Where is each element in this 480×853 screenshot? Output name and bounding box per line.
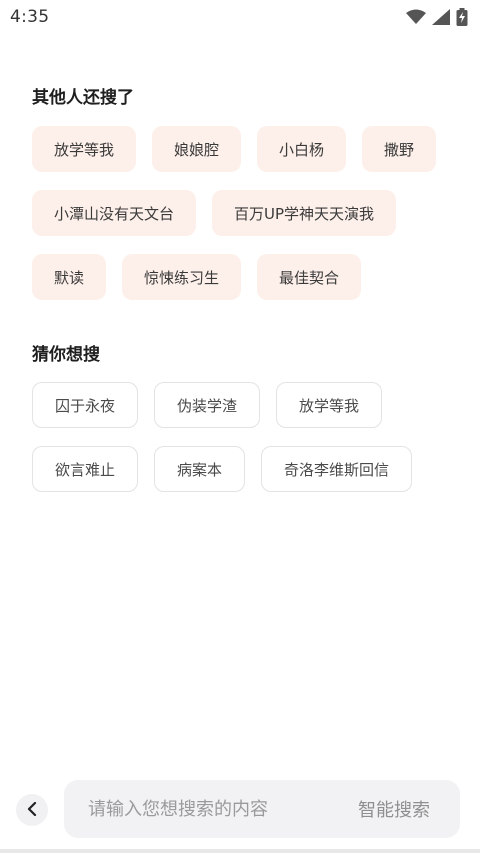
guess-search-title: 猜你想搜: [32, 345, 100, 365]
guess-search-chip[interactable]: 囚于永夜: [32, 382, 139, 428]
battery-charging-icon: [456, 8, 468, 26]
guess-search-section: 猜你想搜 囚于永夜 伪装学渣 放学等我 欲言难止 病案本 奇洛李维斯回信: [32, 343, 462, 510]
signal-icon: [432, 9, 450, 25]
hot-search-title: 其他人还搜了: [32, 88, 134, 108]
smart-search-button[interactable]: 智能搜索: [358, 796, 430, 822]
guess-search-chip[interactable]: 欲言难止: [32, 446, 139, 492]
chip-row: 放学等我 娘娘腔 小白杨 撒野: [32, 126, 462, 172]
hot-search-chip[interactable]: 放学等我: [32, 126, 137, 172]
search-box: 智能搜索: [64, 780, 460, 838]
hot-search-chip[interactable]: 娘娘腔: [152, 126, 242, 172]
hot-search-section: 其他人还搜了 放学等我 娘娘腔 小白杨 撒野 小潭山没有天文台 百万UP学神天天…: [32, 86, 462, 318]
chevron-left-icon: [26, 801, 38, 820]
bottom-search-bar: 智能搜索: [0, 780, 480, 838]
search-input[interactable]: [88, 798, 308, 820]
chip-row: 小潭山没有天文台 百万UP学神天天演我: [32, 190, 462, 236]
chip-row: 欲言难止 病案本 奇洛李维斯回信: [32, 446, 462, 492]
hot-search-chip[interactable]: 小潭山没有天文台: [32, 190, 197, 236]
guess-search-chip[interactable]: 奇洛李维斯回信: [261, 446, 413, 492]
guess-search-chip[interactable]: 伪装学渣: [154, 382, 261, 428]
hot-search-chip[interactable]: 小白杨: [257, 126, 347, 172]
hot-search-chip[interactable]: 撒野: [362, 126, 437, 172]
hot-search-chip[interactable]: 百万UP学神天天演我: [212, 190, 397, 236]
guess-search-chip[interactable]: 病案本: [154, 446, 246, 492]
status-time: 4:35: [10, 7, 50, 27]
chip-row: 囚于永夜 伪装学渣 放学等我: [32, 382, 462, 428]
bottom-divider: [0, 849, 480, 853]
hot-search-chips: 放学等我 娘娘腔 小白杨 撒野 小潭山没有天文台 百万UP学神天天演我 默读 惊…: [32, 126, 462, 300]
hot-search-chip[interactable]: 最佳契合: [257, 254, 362, 300]
wifi-icon: [406, 9, 426, 25]
hot-search-chip[interactable]: 惊悚练习生: [122, 254, 242, 300]
back-button[interactable]: [16, 794, 48, 826]
chip-row: 默读 惊悚练习生 最佳契合: [32, 254, 462, 300]
hot-search-chip[interactable]: 默读: [32, 254, 107, 300]
status-icons: [406, 8, 468, 26]
status-bar: 4:35: [0, 0, 480, 34]
guess-search-chip[interactable]: 放学等我: [276, 382, 383, 428]
search-page: 4:35 其他人还搜了 放学等我 娘娘腔 小白杨 撒野 小潭山没有天文台 百万U…: [0, 0, 480, 853]
guess-search-chips: 囚于永夜 伪装学渣 放学等我 欲言难止 病案本 奇洛李维斯回信: [32, 382, 462, 492]
